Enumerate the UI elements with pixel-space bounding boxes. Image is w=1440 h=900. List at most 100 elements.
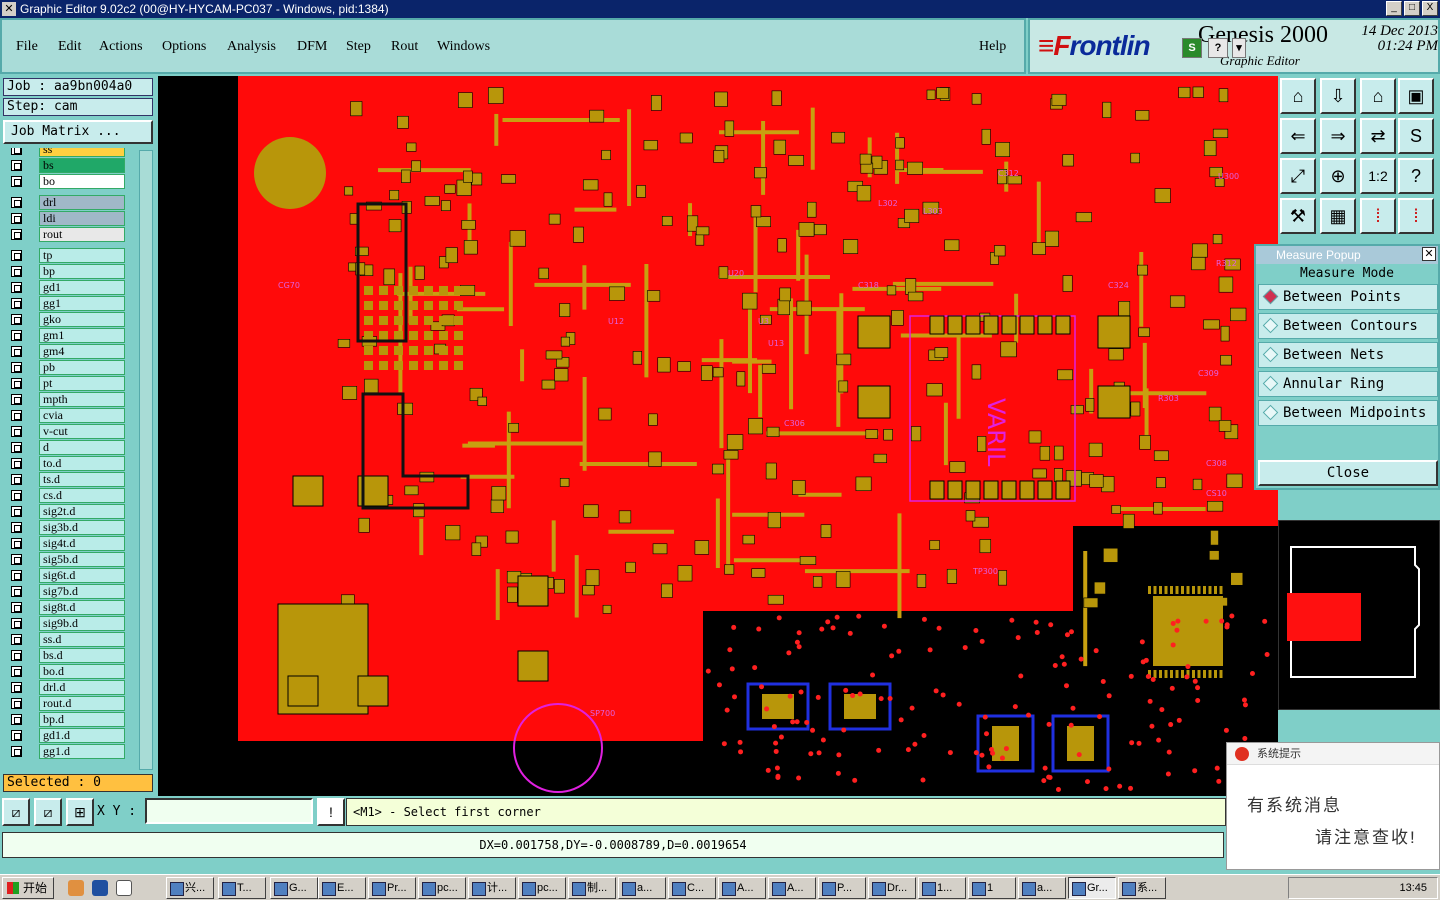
layer-name[interactable]: ss (39, 148, 125, 157)
layer-name[interactable]: ldi (39, 211, 125, 226)
job-matrix-button[interactable]: Job Matrix ... (3, 120, 153, 144)
layer-scrollbar[interactable] (139, 150, 153, 770)
layer-row[interactable]: ts.d (3, 472, 137, 487)
menu-dfm[interactable]: DFM (297, 39, 327, 55)
close-button[interactable]: Close (1258, 460, 1438, 486)
task-button[interactable]: E... (318, 877, 366, 899)
redraw-icon[interactable]: S (1398, 118, 1434, 154)
layer-checkbox[interactable] (11, 330, 22, 341)
layer-row[interactable]: sig3b.d (3, 520, 137, 535)
layer-checkbox[interactable] (11, 730, 22, 741)
layer-checkbox[interactable] (11, 554, 22, 565)
layer-name[interactable]: rout (39, 227, 125, 242)
menu-options[interactable]: Options (162, 39, 206, 55)
center-icon[interactable]: ⊕ (1320, 158, 1356, 194)
s-button[interactable]: S (1182, 38, 1202, 58)
layer-name[interactable]: pb (39, 360, 125, 375)
task-button[interactable]: A... (768, 877, 816, 899)
task-button[interactable]: A... (718, 877, 766, 899)
layer-checkbox[interactable] (11, 474, 22, 485)
task-button[interactable]: a... (1018, 877, 1066, 899)
layer-name[interactable]: ts.d (39, 472, 125, 487)
layer-row[interactable]: bs.d (3, 648, 137, 663)
layer-row[interactable]: pt (3, 376, 137, 391)
layer-row[interactable]: sig5b.d (3, 552, 137, 567)
layer-row[interactable]: tp (3, 248, 137, 263)
layer-name[interactable]: to.d (39, 456, 125, 471)
task-button[interactable]: pc... (518, 877, 566, 899)
layer-row[interactable]: sig6t.d (3, 568, 137, 583)
layer-name[interactable]: drl.d (39, 680, 125, 695)
layer-name[interactable]: gg1 (39, 296, 125, 311)
layer-name[interactable]: sig4t.d (39, 536, 125, 551)
grid-tool-icon[interactable]: ⊞ (66, 798, 94, 826)
layer-checkbox[interactable] (11, 394, 22, 405)
layer-row[interactable]: to.d (3, 456, 137, 471)
menu-actions[interactable]: Actions (99, 39, 143, 55)
layer-row[interactable]: pb (3, 360, 137, 375)
layer-name[interactable]: bo.d (39, 664, 125, 679)
layer-checkbox[interactable] (11, 213, 22, 224)
layer-name[interactable]: tp (39, 248, 125, 263)
layer-checkbox[interactable] (11, 442, 22, 453)
layer-checkbox[interactable] (11, 714, 22, 725)
layer-checkbox[interactable] (11, 362, 22, 373)
menu-edit[interactable]: Edit (58, 39, 81, 55)
layer-checkbox[interactable] (11, 378, 22, 389)
layer-name[interactable]: v-cut (39, 424, 125, 439)
layer-name[interactable]: drl (39, 195, 125, 210)
xy-input[interactable] (145, 798, 313, 824)
layer-name[interactable]: sig7b.d (39, 584, 125, 599)
layer-row[interactable]: bp (3, 264, 137, 279)
task-button[interactable]: C... (668, 877, 716, 899)
layer-name[interactable]: gd1.d (39, 728, 125, 743)
layer-row[interactable]: drl (3, 195, 137, 210)
task-button[interactable]: 制... (568, 877, 616, 899)
layer-row[interactable]: gd1 (3, 280, 137, 295)
globe-icon[interactable] (92, 880, 108, 896)
layer-row[interactable]: sig2t.d (3, 504, 137, 519)
task-button[interactable]: pc... (418, 877, 466, 899)
layer-row[interactable]: gm4 (3, 344, 137, 359)
layer-checkbox[interactable] (11, 229, 22, 240)
window-icon[interactable]: ▣ (1398, 78, 1434, 114)
measure-icon[interactable]: ⁞ (1398, 198, 1434, 234)
layer-name[interactable]: cs.d (39, 488, 125, 503)
option-between-midpoints[interactable]: Between Midpoints (1258, 400, 1438, 426)
dropdown-icon[interactable]: ▾ (1232, 38, 1246, 58)
clock-icon[interactable] (68, 880, 84, 896)
layer-name[interactable]: mpth (39, 392, 125, 407)
fit-icon[interactable]: ⤢ (1280, 158, 1316, 194)
layer-name[interactable]: sig6t.d (39, 568, 125, 583)
query-icon[interactable]: ? (1398, 158, 1434, 194)
layer-row[interactable]: sig7b.d (3, 584, 137, 599)
menu-analysis[interactable]: Analysis (227, 39, 276, 55)
layer-checkbox[interactable] (11, 176, 22, 187)
layer-checkbox[interactable] (11, 160, 22, 171)
layer-row[interactable]: rout (3, 227, 137, 242)
layer-checkbox[interactable] (11, 698, 22, 709)
task-button[interactable]: G... (270, 877, 318, 899)
pcb-drawing[interactable]: VARIL U3 U13 U12 U20 C309 C312 C318 C324 R303 C306… (158, 76, 1278, 796)
layer-checkbox[interactable] (11, 522, 22, 533)
minimize-button[interactable]: _ (1386, 1, 1402, 16)
mirror-icon[interactable]: ⇄ (1360, 118, 1396, 154)
layer-row[interactable]: bo.d (3, 664, 137, 679)
layer-name[interactable]: pt (39, 376, 125, 391)
layer-row[interactable]: gm1 (3, 328, 137, 343)
layer-row[interactable]: ss.d (3, 632, 137, 647)
layer-checkbox[interactable] (11, 746, 22, 757)
layer-checkbox[interactable] (11, 634, 22, 645)
layer-row[interactable]: sig8t.d (3, 600, 137, 615)
layer-name[interactable]: sig5b.d (39, 552, 125, 567)
layer-checkbox[interactable] (11, 426, 22, 437)
layer-name[interactable]: gm4 (39, 344, 125, 359)
layer-name[interactable]: bs.d (39, 648, 125, 663)
layer-name[interactable]: bp (39, 264, 125, 279)
zoom-home-icon[interactable]: ⇩ (1320, 78, 1356, 114)
task-button[interactable]: 1 (968, 877, 1016, 899)
layer-checkbox[interactable] (11, 666, 22, 677)
layer-name[interactable]: rout.d (39, 696, 125, 711)
option-annular-ring[interactable]: Annular Ring (1258, 371, 1438, 397)
house-icon[interactable]: ⌂ (1360, 78, 1396, 114)
